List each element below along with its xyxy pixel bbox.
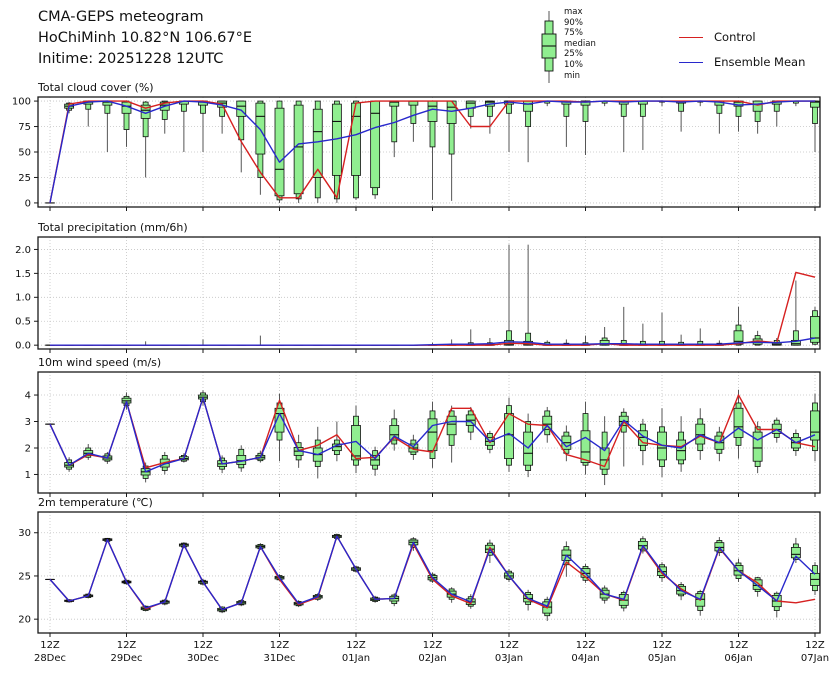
box-25-75 (313, 109, 322, 177)
box-25-75 (524, 101, 533, 111)
x-tick-label-hour: 12Z (729, 640, 749, 651)
x-tick-label-hour: 12Z (117, 640, 137, 651)
boxplot-legend-label: 90% (564, 18, 596, 29)
box-25-75 (734, 408, 743, 437)
boxplot-legend-label: max (564, 7, 596, 18)
x-tick-label-hour: 12Z (270, 640, 290, 651)
y-tick-label: 0.0 (15, 341, 31, 352)
chart-inittime: Initime: 20251228 12UTC (38, 49, 252, 70)
x-tick-label-date: 29Dec (110, 653, 142, 664)
panel-title-precipitation: Total precipitation (mm/6h) (37, 221, 188, 234)
x-tick-label-hour: 12Z (346, 640, 366, 651)
box-25-75 (371, 101, 380, 188)
x-tick-label-date: 31Dec (263, 653, 295, 664)
panel-title-temperature: 2m temperature (℃) (38, 496, 153, 509)
box-25-75 (428, 101, 437, 121)
panel-data (46, 390, 820, 485)
legend-entry-control: Control (679, 30, 756, 44)
y-tick-label: 0.5 (15, 317, 31, 328)
x-tick-label-hour: 12Z (576, 640, 596, 651)
meteogram-app: 0 25 50 75 100 Total cloud cover (%) 0.0 0.5 1.0… (0, 0, 839, 680)
box-25-75 (677, 440, 686, 460)
box-25-75 (581, 431, 590, 463)
boxplot-legend-label: 25% (564, 49, 596, 60)
box-25-75 (753, 101, 762, 111)
panel-title-wind-speed: 10m wind speed (m/s) (38, 356, 161, 369)
chart-title: CMA-GEPS meteogram (38, 7, 252, 28)
boxplot-legend-label: 75% (564, 28, 596, 39)
x-tick-label-date: 02Jan (418, 653, 446, 664)
x-tick-label-hour: 12Z (40, 640, 60, 651)
box-25-75 (275, 108, 284, 196)
x-tick-label-date: 03Jan (495, 653, 523, 664)
x-tick-label-date: 04Jan (571, 653, 599, 664)
x-tick-label-hour: 12Z (423, 640, 443, 651)
x-tick-label-date: 05Jan (648, 653, 676, 664)
box-25-75 (352, 103, 361, 175)
x-axis-labels: 12Z 28Dec 12Z 29Dec 12Z 30Dec 12Z 31Dec 12Z 01Jan… (34, 640, 829, 664)
box-25-75 (256, 103, 265, 154)
y-tick-label: 2.0 (15, 245, 31, 256)
ensemble-mean-line-swatch (679, 62, 703, 63)
box-25-75 (447, 416, 456, 435)
y-tick-label: 30 (18, 528, 31, 539)
control-line-swatch (679, 37, 703, 38)
box-25-75 (696, 424, 705, 444)
panel-title-cloud-cover: Total cloud cover (%) (37, 81, 154, 94)
y-tick-label: 3 (25, 417, 31, 428)
meteogram-canvas: 0 25 50 75 100 Total cloud cover (%) 0.0 0.5 1.0… (0, 0, 839, 680)
box-25-75 (294, 105, 303, 194)
y-tick-label: 2 (25, 443, 31, 454)
x-tick-label-date: 07Jan (801, 653, 829, 664)
x-tick-label-hour: 12Z (193, 640, 213, 651)
y-tick-label: 100 (12, 96, 31, 107)
y-tick-label: 4 (25, 390, 31, 401)
boxplot-legend-label: min (564, 71, 596, 82)
x-tick-label-date: 06Jan (724, 653, 752, 664)
y-tick-label: 1.5 (15, 269, 31, 280)
box-25-75 (753, 432, 762, 461)
panel-precipitation: 0.0 0.5 1.0 1.5 2.0 Total precipitation (mm/6… (15, 221, 820, 353)
chart-location: HoChiMinh 10.82°N 106.67°E (38, 28, 252, 49)
panel-wind-speed: 1 2 3 4 10m wind speed (m/s) (25, 356, 820, 497)
y-tick-label: 1.0 (15, 293, 31, 304)
y-tick-label: 25 (18, 571, 31, 582)
legend-entry-ensemble: Ensemble Mean (679, 55, 805, 69)
x-tick-label-date: 28Dec (34, 653, 66, 664)
x-tick-label-hour: 12Z (652, 640, 672, 651)
boxplot-legend-sample (537, 6, 561, 88)
x-tick-label-hour: 12Z (499, 640, 519, 651)
y-tick-label: 1 (25, 470, 31, 481)
y-tick-label: 75 (18, 122, 31, 133)
panel-cloud-cover: 0 25 50 75 100 Total cloud cover (%) (12, 81, 820, 211)
panel-data (46, 534, 820, 621)
box-25-75 (543, 416, 552, 429)
boxplot-legend-label: median (564, 39, 596, 50)
boxplot-legend-label: 10% (564, 60, 596, 71)
boxplot-legend-labels: max90%75%median25%10%min (564, 7, 596, 81)
chart-header: CMA-GEPS meteogram HoChiMinh 10.82°N 106… (38, 7, 252, 70)
y-tick-label: 50 (18, 147, 31, 158)
y-tick-label: 20 (18, 615, 31, 626)
y-tick-label: 25 (18, 173, 31, 184)
x-tick-label-date: 30Dec (187, 653, 219, 664)
panel-frame (38, 237, 820, 349)
x-tick-label-date: 01Jan (342, 653, 370, 664)
control-label: Control (714, 30, 756, 44)
ensemble-mean-label: Ensemble Mean (714, 55, 805, 69)
x-tick-label-hour: 12Z (805, 640, 825, 651)
panel-temperature: 20 25 30 2m temperature (℃) (18, 496, 820, 637)
y-tick-label: 0 (25, 198, 31, 209)
